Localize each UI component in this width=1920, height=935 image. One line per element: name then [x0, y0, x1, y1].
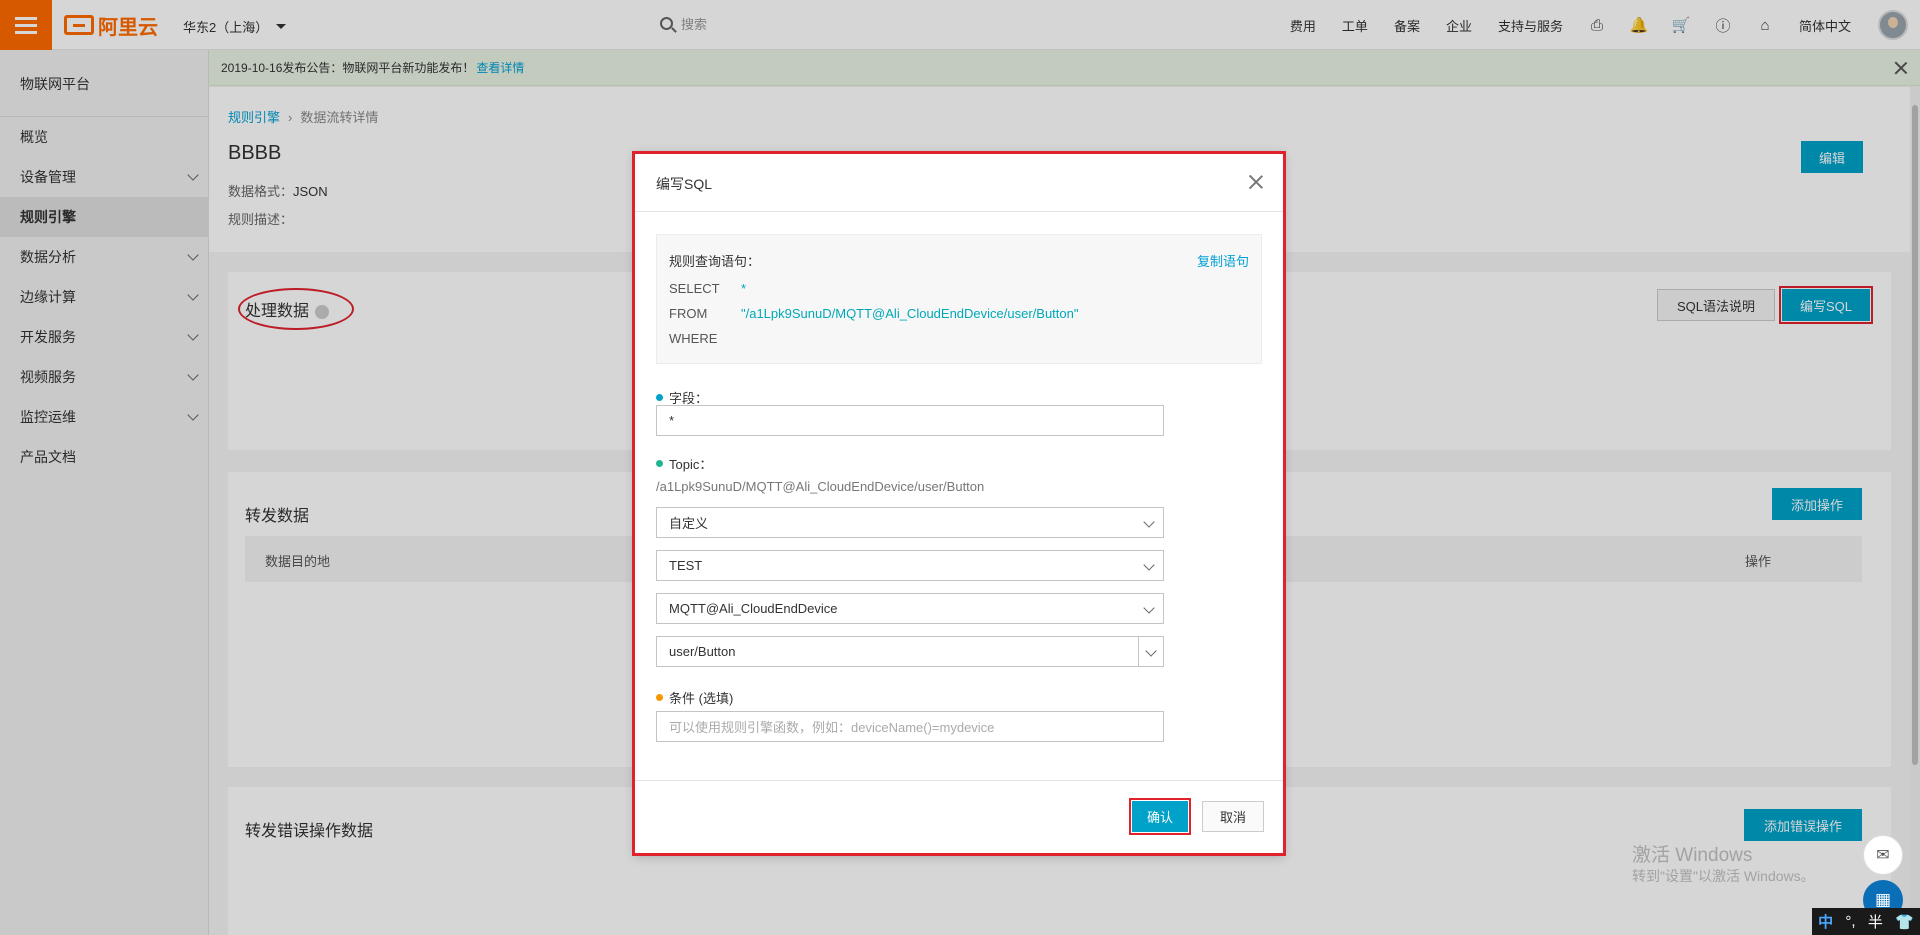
- activate-windows-hint: 转到"设置"以激活 Windows。: [1632, 868, 1815, 884]
- ime-mode[interactable]: 中: [1818, 911, 1833, 932]
- shirt-icon[interactable]: 👕: [1895, 913, 1914, 931]
- activate-windows-title: 激活 Windows: [1632, 845, 1753, 866]
- ime-toolbar[interactable]: 中 °, 半 👕: [1812, 908, 1920, 935]
- chat-icon[interactable]: ✉: [1863, 835, 1903, 875]
- ime-punct[interactable]: °,: [1845, 913, 1855, 930]
- highlight-frame: [632, 151, 1286, 856]
- ime-width[interactable]: 半: [1868, 911, 1883, 932]
